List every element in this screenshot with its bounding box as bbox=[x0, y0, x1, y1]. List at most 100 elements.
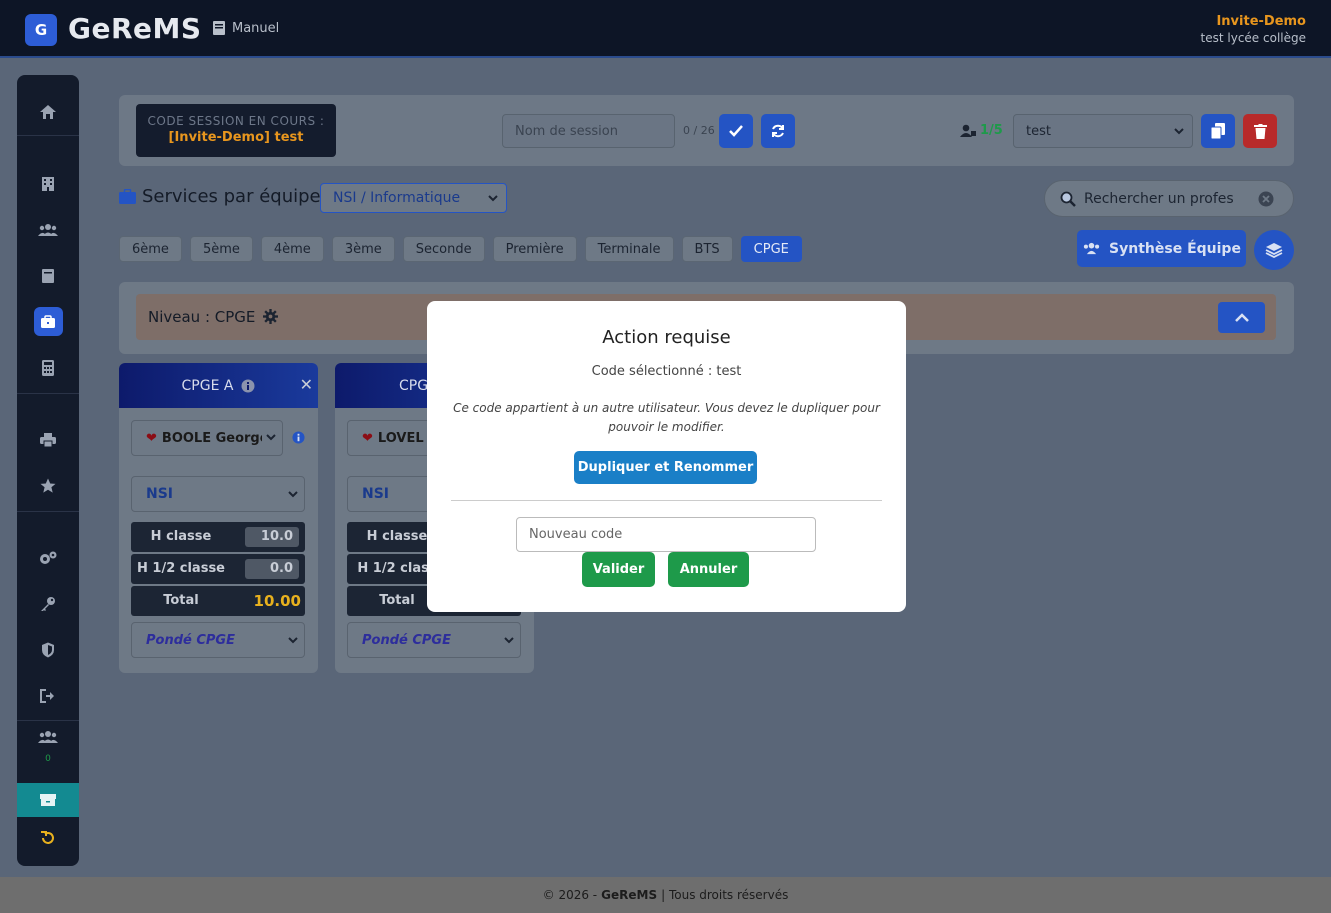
tab-premiere[interactable]: Première bbox=[492, 236, 577, 262]
h-demi-classe-label: H 1/2 classe bbox=[137, 561, 225, 576]
ponderation-select[interactable]: Pondé CPGE bbox=[131, 622, 305, 658]
book-icon bbox=[212, 20, 226, 36]
logout-icon[interactable] bbox=[17, 678, 79, 714]
chevron-down-icon bbox=[504, 637, 514, 644]
briefcase-icon bbox=[119, 189, 136, 204]
undo-icon[interactable] bbox=[17, 820, 79, 856]
validate-button[interactable]: Valider bbox=[582, 552, 655, 587]
cogs-icon[interactable] bbox=[17, 540, 79, 576]
calculator-icon[interactable] bbox=[17, 350, 79, 386]
footer-brand: GeReMS bbox=[601, 888, 658, 902]
gear-icon[interactable] bbox=[263, 309, 278, 324]
h-demi-classe-input[interactable]: 0.0 bbox=[245, 559, 299, 579]
users-icon[interactable] bbox=[17, 212, 79, 248]
check-icon bbox=[729, 125, 743, 137]
building-icon[interactable] bbox=[17, 166, 79, 202]
services-title: Services par équipe : bbox=[119, 186, 332, 207]
sidebar: 0 bbox=[17, 75, 79, 866]
online-users-icon[interactable] bbox=[17, 723, 79, 751]
tab-5eme[interactable]: 5ème bbox=[189, 236, 253, 262]
action-modal: Action requise Code sélectionné : test C… bbox=[427, 301, 906, 612]
total-value: 10.00 bbox=[253, 592, 301, 610]
chevron-down-icon bbox=[266, 434, 276, 441]
heart-icon: ❤ bbox=[146, 430, 157, 446]
team-select-value: NSI / Informatique bbox=[333, 190, 461, 206]
subject-select[interactable]: NSI bbox=[131, 476, 305, 512]
team-select[interactable]: NSI / Informatique bbox=[320, 183, 507, 213]
info-icon[interactable] bbox=[292, 431, 305, 444]
chevron-down-icon bbox=[288, 491, 298, 498]
total-row: Total 10.00 bbox=[131, 586, 305, 616]
briefcase-icon[interactable] bbox=[17, 304, 79, 340]
modal-divider bbox=[451, 500, 882, 501]
footer-copyright: © 2026 - bbox=[542, 888, 598, 902]
delete-session-button[interactable] bbox=[1243, 114, 1277, 148]
footer-rights: | Tous droits réservés bbox=[661, 888, 789, 902]
cancel-button[interactable]: Annuler bbox=[668, 552, 749, 587]
session-users: 1/5 bbox=[960, 123, 1003, 138]
tab-4eme[interactable]: 4ème bbox=[260, 236, 324, 262]
layers-icon bbox=[1265, 242, 1283, 258]
session-select[interactable]: test bbox=[1013, 114, 1193, 148]
class-card-title: CPG bbox=[399, 377, 429, 394]
session-code-label: CODE SESSION EN COURS : bbox=[147, 114, 325, 128]
tab-seconde[interactable]: Seconde bbox=[402, 236, 485, 262]
home-icon[interactable] bbox=[17, 94, 79, 130]
subject-value: NSI bbox=[362, 486, 390, 502]
ponderation-select[interactable]: Pondé CPGE bbox=[347, 622, 521, 658]
confirm-session-button[interactable] bbox=[719, 114, 753, 148]
tab-bts[interactable]: BTS bbox=[681, 236, 733, 262]
duplicate-rename-button[interactable]: Dupliquer et Renommer bbox=[574, 451, 757, 484]
close-icon[interactable]: ✕ bbox=[300, 375, 313, 394]
tab-cpge[interactable]: CPGE bbox=[740, 236, 802, 262]
session-code-value: [Invite-Demo] test bbox=[168, 130, 304, 145]
session-name-input[interactable]: Nom de session bbox=[502, 114, 675, 148]
box-icon bbox=[17, 783, 79, 817]
session-code-box: CODE SESSION EN COURS : [Invite-Demo] te… bbox=[136, 104, 336, 157]
ponderation-value: Pondé CPGE bbox=[362, 632, 451, 648]
total-label: Total bbox=[163, 593, 199, 608]
tab-terminale[interactable]: Terminale bbox=[584, 236, 674, 262]
teacher-name: BOOLE George bbox=[161, 430, 262, 446]
h-demi-classe-row: H 1/2 classe 0.0 bbox=[131, 554, 305, 584]
class-card: CPGE A ✕ ❤ BOOLE George NSI H classe 10.… bbox=[119, 363, 318, 673]
teacher-name: LOVEL bbox=[377, 430, 424, 446]
chevron-down-icon bbox=[1174, 127, 1184, 135]
copy-session-button[interactable] bbox=[1201, 114, 1235, 148]
user-school: test lycée collège bbox=[1200, 31, 1306, 45]
print-icon[interactable] bbox=[17, 422, 79, 458]
top-bar: G GeReMS Manuel Invite-Demo test lycée c… bbox=[0, 0, 1331, 58]
h-classe-row: H classe 10.0 bbox=[131, 522, 305, 552]
teacher-search-input[interactable]: Rechercher un professeur bbox=[1084, 191, 1234, 207]
teacher-select[interactable]: ❤ BOOLE George bbox=[131, 420, 283, 456]
refresh-session-button[interactable] bbox=[761, 114, 795, 148]
shield-icon[interactable] bbox=[17, 632, 79, 668]
info-icon[interactable] bbox=[241, 379, 255, 393]
teacher-search[interactable]: Rechercher un professeur bbox=[1044, 180, 1294, 217]
manual-link[interactable]: Manuel bbox=[212, 20, 279, 36]
layers-button[interactable] bbox=[1254, 230, 1294, 270]
clear-search-icon[interactable] bbox=[1258, 191, 1274, 207]
heart-icon: ❤ bbox=[362, 430, 373, 446]
book-icon[interactable] bbox=[17, 258, 79, 294]
app-logo[interactable]: G bbox=[25, 14, 57, 46]
new-code-input[interactable]: Nouveau code bbox=[516, 517, 816, 552]
synthese-equipe-button[interactable]: Synthèse Équipe bbox=[1077, 230, 1246, 267]
key-icon[interactable] bbox=[17, 586, 79, 622]
collapse-button[interactable] bbox=[1218, 302, 1265, 333]
tab-3eme[interactable]: 3ème bbox=[331, 236, 395, 262]
app-title[interactable]: GeReMS bbox=[68, 12, 202, 45]
search-icon bbox=[1060, 191, 1076, 207]
h-classe-input[interactable]: 10.0 bbox=[245, 527, 299, 547]
tab-6eme[interactable]: 6ème bbox=[119, 236, 182, 262]
synthese-label: Synthèse Équipe bbox=[1109, 240, 1241, 257]
modal-title: Action requise bbox=[602, 327, 731, 348]
session-users-count: 1/5 bbox=[980, 123, 1003, 138]
copy-icon bbox=[1211, 123, 1225, 139]
sidebar-box-item[interactable] bbox=[17, 783, 79, 817]
star-icon[interactable] bbox=[17, 468, 79, 504]
services-title-text: Services par équipe : bbox=[142, 186, 333, 207]
class-card-title: CPGE A bbox=[181, 377, 234, 394]
session-select-value: test bbox=[1026, 123, 1051, 139]
user-info[interactable]: Invite-Demo test lycée collège bbox=[1201, 14, 1306, 46]
